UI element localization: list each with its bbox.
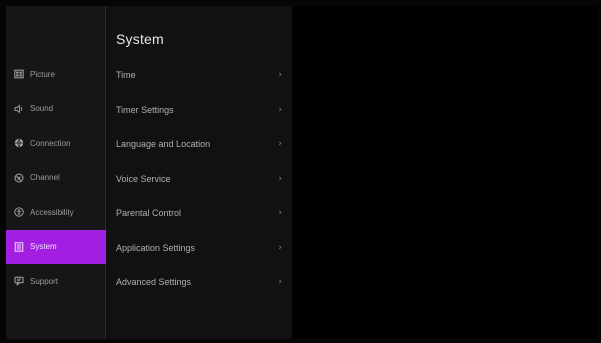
accessibility-icon bbox=[14, 207, 24, 217]
sidebar-item-label: System bbox=[30, 242, 57, 252]
menu-item-time[interactable]: Time › bbox=[106, 58, 292, 93]
chevron-right-icon: › bbox=[278, 70, 282, 81]
sidebar-nav: Picture Sound Connection Channel Accessi… bbox=[6, 57, 106, 299]
menu-item-label: Application Settings bbox=[116, 242, 196, 253]
sidebar-item-system[interactable]: System bbox=[6, 229, 106, 264]
settings-sidebar: Picture Sound Connection Channel Accessi… bbox=[6, 6, 106, 339]
globe-icon bbox=[14, 138, 24, 148]
menu-item-label: Voice Service bbox=[116, 173, 171, 184]
sidebar-item-picture[interactable]: Picture bbox=[6, 57, 106, 92]
menu-item-parental-control[interactable]: Parental Control › bbox=[106, 196, 292, 231]
chevron-right-icon: › bbox=[278, 173, 282, 184]
menu-item-application-settings[interactable]: Application Settings › bbox=[106, 231, 292, 266]
chevron-right-icon: › bbox=[278, 242, 282, 253]
sidebar-item-support[interactable]: Support bbox=[6, 264, 106, 299]
chat-icon bbox=[14, 276, 24, 287]
sidebar-item-label: Accessibility bbox=[30, 207, 74, 217]
system-settings-panel: System Time › Timer Settings › Language … bbox=[106, 6, 292, 339]
menu-item-timer-settings[interactable]: Timer Settings › bbox=[106, 93, 292, 128]
chevron-right-icon: › bbox=[278, 104, 282, 115]
satellite-icon bbox=[14, 173, 24, 183]
chevron-right-icon: › bbox=[278, 139, 282, 150]
page-title: System bbox=[116, 31, 164, 47]
menu-item-label: Time bbox=[116, 70, 136, 81]
content-preview-area bbox=[292, 6, 597, 339]
menu-item-label: Timer Settings bbox=[116, 104, 174, 115]
sidebar-item-label: Picture bbox=[30, 69, 55, 79]
sidebar-item-label: Connection bbox=[30, 138, 71, 148]
menu-item-advanced-settings[interactable]: Advanced Settings › bbox=[106, 265, 292, 300]
sidebar-item-channel[interactable]: Channel bbox=[6, 161, 106, 196]
menu-item-label: Advanced Settings bbox=[116, 277, 192, 288]
menu-item-label: Parental Control bbox=[116, 208, 182, 219]
system-icon bbox=[14, 242, 24, 252]
chevron-right-icon: › bbox=[278, 277, 282, 288]
tv-screen: Picture Sound Connection Channel Accessi… bbox=[6, 6, 597, 339]
menu-item-label: Language and Location bbox=[116, 139, 211, 150]
sidebar-item-label: Sound bbox=[30, 104, 54, 114]
sound-icon bbox=[14, 104, 24, 114]
sidebar-item-connection[interactable]: Connection bbox=[6, 126, 106, 161]
picture-icon bbox=[14, 69, 24, 79]
menu-item-voice-service[interactable]: Voice Service › bbox=[106, 162, 292, 197]
sidebar-item-label: Channel bbox=[30, 173, 60, 183]
chevron-right-icon: › bbox=[278, 208, 282, 219]
sidebar-item-label: Support bbox=[30, 276, 59, 286]
menu-item-language-and-location[interactable]: Language and Location › bbox=[106, 127, 292, 162]
sidebar-item-accessibility[interactable]: Accessibility bbox=[6, 195, 106, 230]
sidebar-item-sound[interactable]: Sound bbox=[6, 92, 106, 127]
system-menu: Time › Timer Settings › Language and Loc… bbox=[106, 58, 292, 300]
